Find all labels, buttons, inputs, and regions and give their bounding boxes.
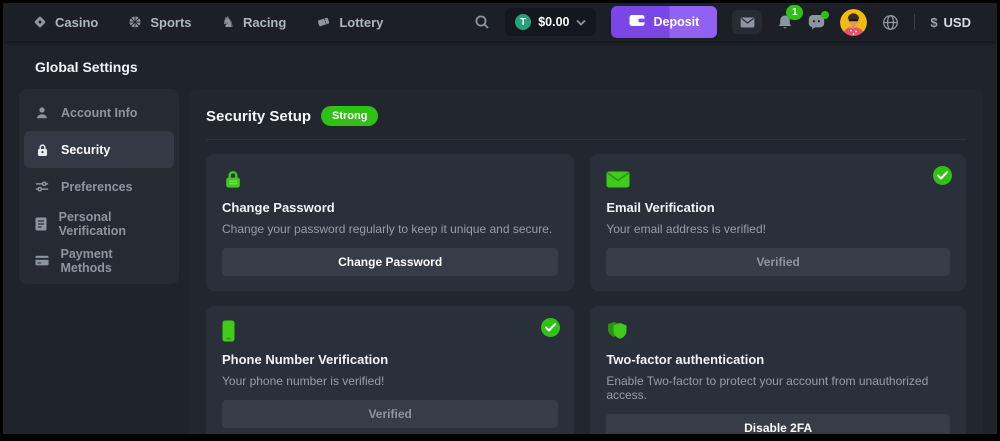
chat-online-dot [821,11,829,19]
panel-title: Security Setup [206,108,311,125]
change-password-button[interactable]: Change Password [222,248,558,276]
card-icon [34,255,49,266]
nav-item-casino[interactable]: Casino [33,15,98,30]
nav-label: Sports [150,15,191,30]
sidebar-item-payment-methods[interactable]: Payment Methods [24,242,174,279]
two-factor-card: Two-factor authentication Enable Two-fac… [590,306,966,434]
lock-icon [34,143,50,157]
content: Account Info Security Preferences Person… [3,89,997,434]
phone-verified-button[interactable]: Verified [222,400,558,428]
wallet-icon [629,14,645,30]
sidebar-item-account-info[interactable]: Account Info [24,94,174,131]
sidebar-item-label: Security [61,143,110,157]
user-icon [34,106,50,120]
disable-2fa-button[interactable]: Disable 2FA [606,414,950,434]
casino-icon [33,15,47,29]
sports-icon [128,15,142,29]
email-verified-button[interactable]: Verified [606,248,950,276]
currency-symbol: $ [930,15,937,30]
racing-icon: ♞ [222,15,235,30]
chat-button[interactable] [808,14,825,30]
deposit-label: Deposit [653,15,699,29]
padlock-icon [222,169,244,190]
sidebar-item-label: Payment Methods [60,247,164,275]
strength-badge: Strong [321,106,378,126]
sidebar-item-label: Account Info [61,106,137,120]
lottery-icon [316,15,331,29]
nav-label: Lottery [339,15,383,30]
sidebar-item-preferences[interactable]: Preferences [24,168,174,205]
sidebar-item-label: Preferences [61,180,133,194]
notifications-button[interactable]: 1 [777,14,793,31]
primary-nav: Casino Sports ♞ Racing Lottery [33,15,383,30]
tether-coin-icon: T [515,14,531,30]
search-icon[interactable] [474,14,490,30]
nav-item-sports[interactable]: Sports [128,15,191,30]
card-description: Change your password regularly to keep i… [222,222,558,236]
verified-check-icon [933,166,952,185]
deposit-button[interactable]: Deposit [611,6,717,38]
topbar-divider [914,14,915,30]
shields-icon [606,320,630,342]
nav-label: Casino [55,15,98,30]
chevron-down-icon [576,19,586,26]
nav-item-racing[interactable]: ♞ Racing [222,15,287,30]
card-title: Change Password [222,200,558,215]
security-panel: Security Setup Strong Change Password Ch… [189,89,983,434]
card-description: Your email address is verified! [606,222,950,236]
settings-sidebar: Account Info Security Preferences Person… [19,89,179,284]
balance-amount: $0.00 [538,15,569,29]
currency-code: USD [944,15,971,30]
document-icon [34,217,48,231]
screenshot-frame: Casino Sports ♞ Racing Lottery [0,0,1000,441]
change-password-card: Change Password Change your password reg… [206,154,574,291]
globe-icon [882,14,899,31]
topbar-right: T $0.00 Deposit 1 [474,6,971,38]
card-description: Your phone number is verified! [222,374,558,388]
card-title: Two-factor authentication [606,352,950,367]
notification-badge: 1 [786,5,803,20]
envelope-icon [606,171,630,188]
card-title: Email Verification [606,200,950,215]
card-description: Enable Two-factor to protect your accoun… [606,374,950,402]
messages-button[interactable] [732,10,762,34]
sidebar-item-security[interactable]: Security [24,131,174,168]
nav-label: Racing [243,15,286,30]
page-title: Global Settings [35,59,997,75]
language-globe-button[interactable] [882,14,899,31]
topbar: Casino Sports ♞ Racing Lottery [3,3,997,41]
email-verification-card: Email Verification Your email address is… [590,154,966,291]
panel-header: Security Setup Strong [206,106,966,140]
phone-icon [222,320,235,342]
wallet-balance[interactable]: T $0.00 [505,8,596,36]
envelope-icon [740,17,755,28]
sliders-icon [34,180,50,193]
sidebar-item-personal-verification[interactable]: Personal Verification [24,205,174,242]
card-title: Phone Number Verification [222,352,558,367]
app-window: Casino Sports ♞ Racing Lottery [3,3,997,434]
sidebar-item-label: Personal Verification [59,210,164,238]
security-cards-grid: Change Password Change your password reg… [206,154,966,434]
phone-verification-card: Phone Number Verification Your phone num… [206,306,574,434]
currency-selector[interactable]: $ USD [930,15,971,30]
user-avatar[interactable] [840,9,867,36]
nav-item-lottery[interactable]: Lottery [316,15,383,30]
